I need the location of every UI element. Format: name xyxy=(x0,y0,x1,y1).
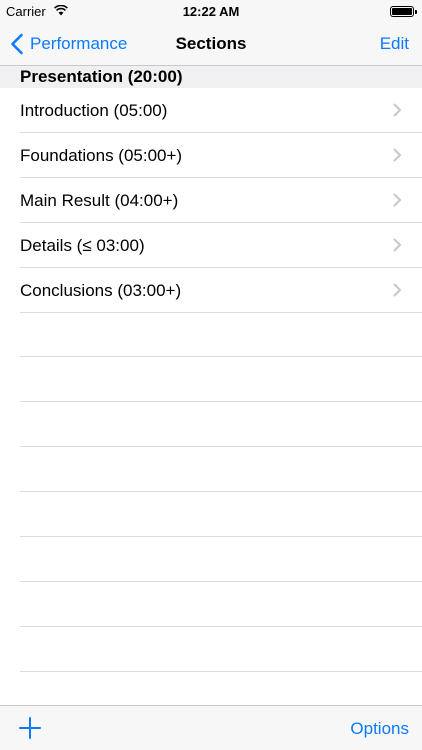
navigation-bar: Performance Sections Edit xyxy=(0,22,422,66)
row-separator xyxy=(20,536,422,537)
list-item[interactable]: Foundations (05:00+) xyxy=(0,133,422,178)
bottom-toolbar: Options xyxy=(0,705,422,750)
list-item[interactable]: Main Result (04:00+) xyxy=(0,178,422,223)
list-item[interactable]: Conclusions (03:00+) xyxy=(0,268,422,313)
row-separator xyxy=(20,671,422,672)
battery-icon xyxy=(390,6,417,17)
options-button[interactable]: Options xyxy=(350,706,409,750)
list-item-label: Details (≤ 03:00) xyxy=(20,235,145,255)
sections-list: Introduction (05:00) Foundations (05:00+… xyxy=(0,88,422,313)
chevron-right-icon xyxy=(393,283,401,297)
back-button-label: Performance xyxy=(30,34,128,53)
chevron-right-icon xyxy=(393,103,401,117)
list-item-label: Main Result (04:00+) xyxy=(20,190,179,210)
row-separator xyxy=(20,446,422,447)
section-header: Presentation (20:00) xyxy=(0,66,422,88)
chevron-right-icon xyxy=(393,193,401,207)
status-bar: Carrier 12:22 AM xyxy=(0,0,422,22)
list-item[interactable]: Details (≤ 03:00) xyxy=(0,223,422,268)
chevron-right-icon xyxy=(393,238,401,252)
chevron-right-icon xyxy=(393,148,401,162)
row-separator xyxy=(20,491,422,492)
row-separator xyxy=(20,626,422,627)
clock: 12:22 AM xyxy=(182,4,240,19)
list-item-label: Introduction (05:00) xyxy=(20,100,168,120)
add-button[interactable] xyxy=(18,716,42,740)
empty-table-area xyxy=(0,313,422,705)
list-item-label: Foundations (05:00+) xyxy=(20,145,183,165)
row-separator xyxy=(20,401,422,402)
plus-icon xyxy=(19,717,41,739)
row-separator xyxy=(20,581,422,582)
row-separator xyxy=(20,356,422,357)
chevron-left-icon xyxy=(11,33,23,55)
list-item[interactable]: Introduction (05:00) xyxy=(0,88,422,133)
edit-button[interactable]: Edit xyxy=(380,22,409,66)
back-button[interactable]: Performance xyxy=(10,22,127,66)
list-item-label: Conclusions (03:00+) xyxy=(20,280,182,300)
